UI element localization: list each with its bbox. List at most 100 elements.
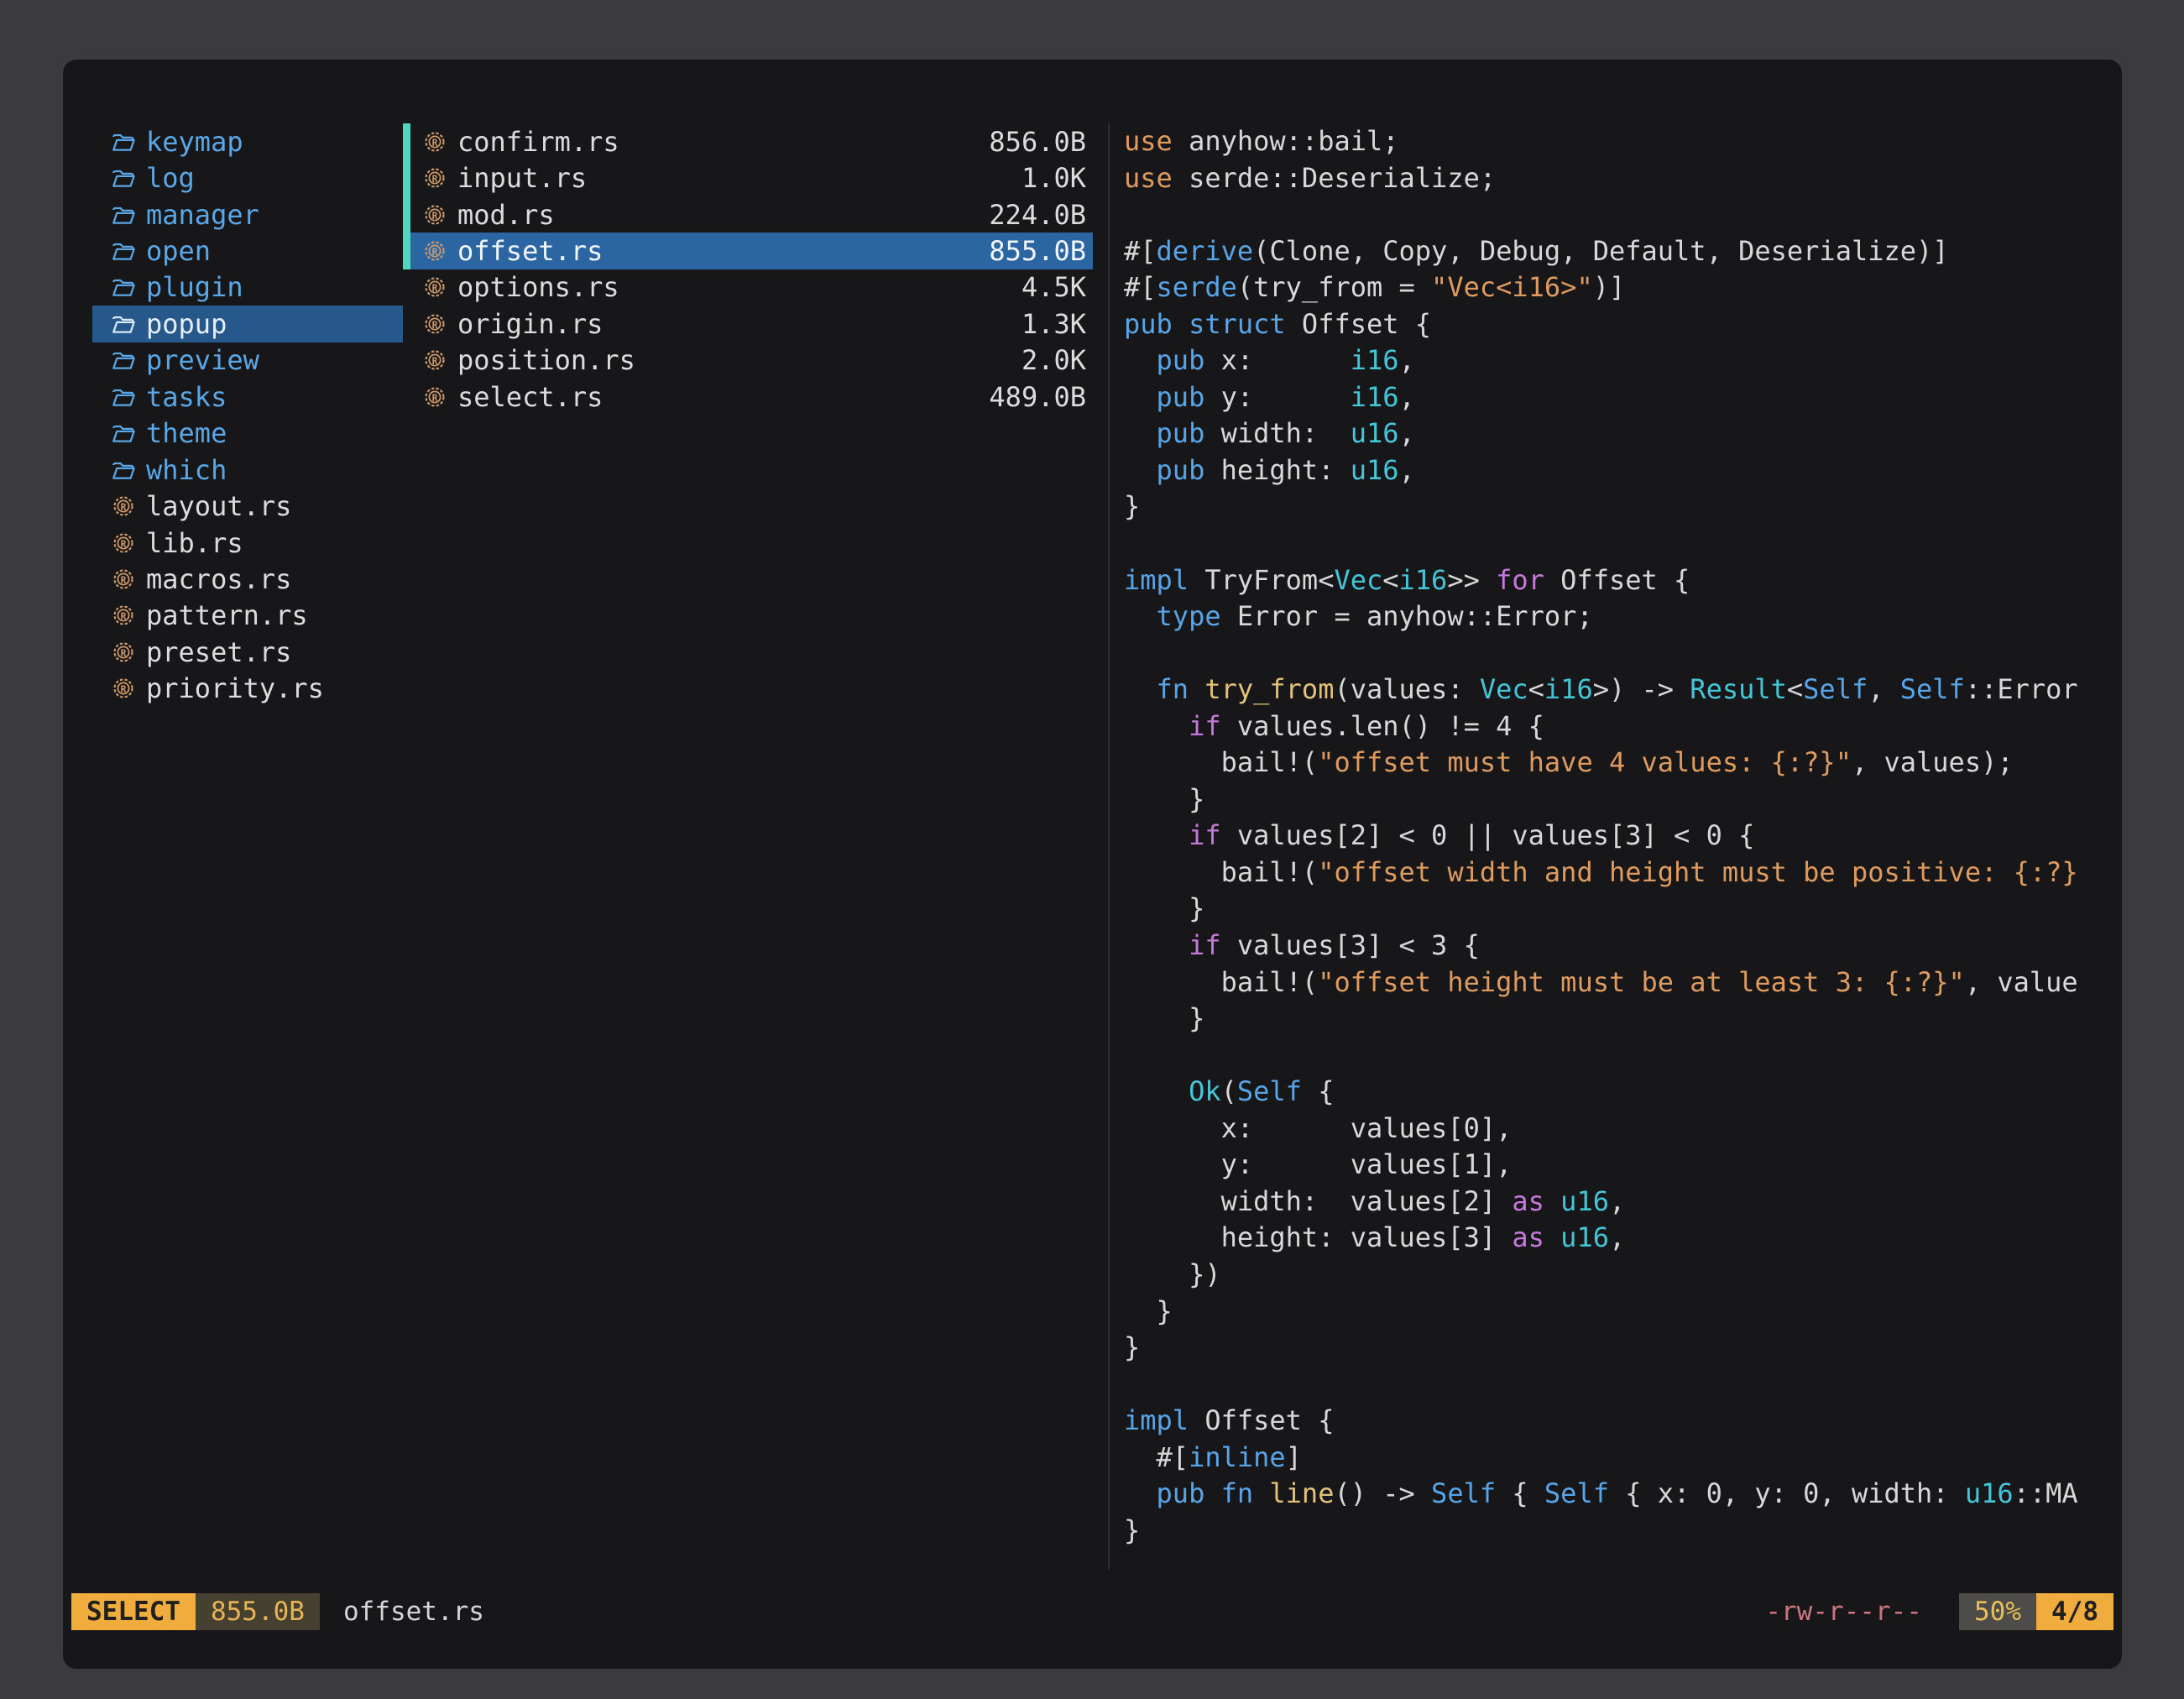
folder-icon — [110, 164, 137, 192]
code-line: }) — [1124, 1257, 2119, 1294]
file-row-mod-rs[interactable]: Rmod.rs224.0B — [403, 196, 1093, 233]
code-line: x: values[0], — [1124, 1111, 2119, 1147]
sidebar-item-label: log — [146, 162, 195, 194]
rust-file-icon: R — [110, 601, 137, 630]
current-directory-list: Rconfirm.rs856.0BRinput.rs1.0KRmod.rs224… — [403, 123, 1108, 1570]
file-size: 1.0K — [1021, 162, 1093, 194]
sidebar-file-pattern-rs[interactable]: Rpattern.rs — [92, 598, 403, 634]
sidebar-item-label: pattern.rs — [146, 599, 308, 631]
code-line: #[serde(try_from = "Vec<i16>")] — [1124, 269, 2119, 306]
cursor-position-badge: 4/8 — [2036, 1593, 2113, 1630]
sidebar-dir-plugin[interactable]: plugin — [92, 269, 403, 306]
selection-mark-bar — [403, 123, 410, 159]
code-line: } — [1124, 1330, 2119, 1367]
code-line: bail!("offset height must be at least 3:… — [1124, 965, 2119, 1001]
folder-icon — [110, 273, 137, 301]
svg-text:R: R — [121, 539, 127, 550]
file-manager-panes: keymap log manageropenpluginpopuppreviewta… — [63, 123, 2122, 1570]
code-line — [1124, 525, 2119, 562]
code-line: type Error = anyhow::Error; — [1124, 599, 2119, 635]
file-size: 1.3K — [1021, 308, 1093, 340]
code-line: } — [1124, 489, 2119, 525]
selection-mark-bar — [403, 342, 410, 379]
code-line: use serde::Deserialize; — [1124, 160, 2119, 197]
code-line: } — [1124, 891, 2119, 928]
file-row-input-rs[interactable]: Rinput.rs 1.0K — [403, 159, 1093, 196]
file-size: 2.0K — [1021, 344, 1093, 376]
svg-text:R: R — [432, 247, 438, 258]
folder-icon — [110, 201, 137, 229]
sidebar-dir-open[interactable]: open — [92, 233, 403, 269]
desktop-background: { "colors": { "bg_desktop": "#3b3b3d", "… — [0, 0, 2184, 1699]
code-line: if values.len() != 4 { — [1124, 708, 2119, 745]
rust-file-icon: R — [110, 529, 137, 557]
file-size: 224.0B — [989, 199, 1093, 231]
file-row-offset-rs[interactable]: Roffset.rs855.0B — [403, 233, 1093, 269]
file-name: options.rs — [457, 271, 619, 303]
sidebar-dir-log[interactable]: log — [92, 159, 403, 196]
code-line — [1124, 1367, 2119, 1404]
sidebar-item-label: keymap — [146, 126, 243, 158]
code-line: pub fn line() -> Self { Self { x: 0, y: … — [1124, 1476, 2119, 1513]
code-line — [1124, 1038, 2119, 1074]
svg-text:R: R — [432, 356, 438, 367]
file-size: 489.0B — [989, 381, 1093, 413]
sidebar-dir-popup[interactable]: popup — [92, 306, 403, 342]
rust-file-icon: R — [110, 565, 137, 593]
sidebar-file-layout-rs[interactable]: Rlayout.rs — [92, 488, 403, 524]
code-line: pub x: i16, — [1124, 342, 2119, 379]
code-line: #[derive(Clone, Copy, Debug, Default, De… — [1124, 233, 2119, 270]
svg-text:R: R — [121, 502, 127, 513]
file-row-options-rs[interactable]: Roptions.rs4.5K — [403, 269, 1093, 306]
file-name: input.rs — [457, 162, 587, 194]
sidebar-dir-manager[interactable]: manager — [92, 196, 403, 233]
rust-file-icon: R — [421, 383, 448, 411]
code-line: use anyhow::bail; — [1124, 123, 2119, 160]
selection-mark-bar — [403, 159, 410, 196]
sidebar-dir-tasks[interactable]: tasks — [92, 379, 403, 415]
file-row-origin-rs[interactable]: Rorigin.rs1.3K — [403, 306, 1093, 342]
code-line: } — [1124, 1294, 2119, 1330]
sidebar-item-label: theme — [146, 417, 227, 449]
sidebar-file-preset-rs[interactable]: Rpreset.rs — [92, 634, 403, 670]
code-line: fn try_from(values: Vec<i16>) -> Result<… — [1124, 672, 2119, 708]
file-name: mod.rs — [457, 199, 555, 231]
sidebar-dir-which[interactable]: which — [92, 452, 403, 488]
code-line: } — [1124, 1001, 2119, 1038]
sidebar-item-label: which — [146, 454, 227, 486]
svg-text:R: R — [432, 283, 438, 294]
code-line: pub width: u16, — [1124, 416, 2119, 452]
sidebar-item-label: macros.rs — [146, 563, 291, 595]
code-line: } — [1124, 1513, 2119, 1550]
code-line: impl Offset { — [1124, 1403, 2119, 1440]
rust-file-icon: R — [421, 128, 448, 156]
folder-icon — [110, 419, 137, 447]
folder-icon — [110, 456, 137, 484]
file-name: position.rs — [457, 344, 635, 376]
sidebar-file-lib-rs[interactable]: Rlib.rs — [92, 525, 403, 561]
folder-icon — [110, 310, 137, 338]
file-row-select-rs[interactable]: Rselect.rs489.0B — [403, 379, 1093, 415]
svg-text:R: R — [432, 320, 438, 331]
sidebar-file-macros-rs[interactable]: Rmacros.rs — [92, 561, 403, 597]
file-size-badge: 855.0B — [196, 1593, 320, 1630]
code-line: width: values[2] as u16, — [1124, 1184, 2119, 1221]
status-filename: offset.rs — [343, 1597, 484, 1627]
sidebar-dir-keymap[interactable]: keymap — [92, 123, 403, 159]
svg-text:R: R — [432, 174, 438, 185]
selection-mark-bar — [403, 233, 410, 269]
file-row-confirm-rs[interactable]: Rconfirm.rs856.0B — [403, 123, 1093, 159]
svg-text:R: R — [121, 611, 127, 622]
file-row-position-rs[interactable]: Rposition.rs 2.0K — [403, 342, 1093, 379]
sidebar-file-priority-rs[interactable]: Rpriority.rs — [92, 671, 403, 707]
rust-file-icon: R — [110, 492, 137, 520]
sidebar-dir-preview[interactable]: preview — [92, 342, 403, 379]
sidebar-item-label: popup — [146, 308, 227, 340]
sidebar-dir-theme[interactable]: theme — [92, 416, 403, 452]
sidebar-item-label: manager — [146, 199, 259, 231]
sidebar-item-label: layout.rs — [146, 490, 291, 522]
parent-directory-list: keymap log manageropenpluginpopuppreviewta… — [63, 123, 403, 1570]
file-permissions: -rw-r--r-- — [1765, 1597, 1922, 1627]
code-line: bail!("offset width and height must be p… — [1124, 855, 2119, 891]
selection-mark-bar — [403, 306, 410, 342]
